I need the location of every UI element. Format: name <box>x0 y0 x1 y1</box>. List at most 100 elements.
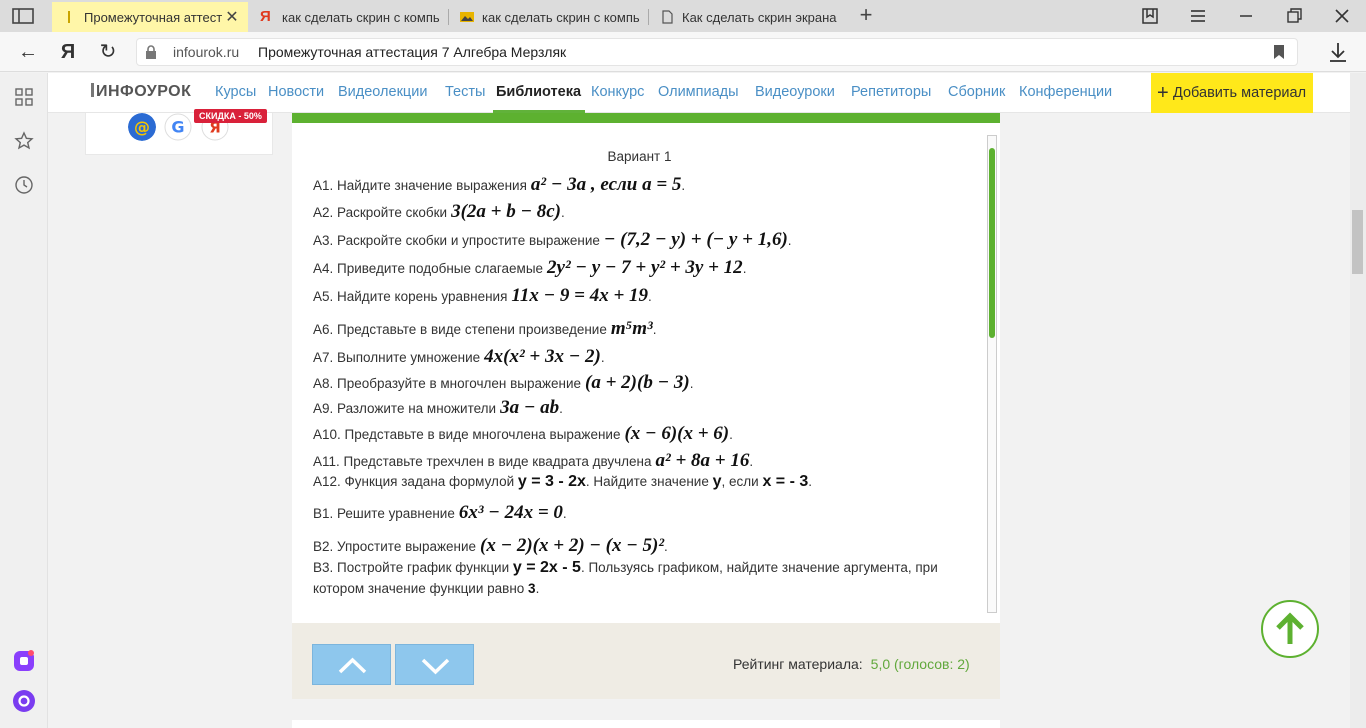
favorites-star-icon[interactable] <box>14 131 34 151</box>
svg-text:@: @ <box>134 118 150 137</box>
mail-at-icon[interactable]: @ <box>128 113 156 141</box>
question-math: 3a − ab <box>500 397 560 418</box>
infourok-logo[interactable]: ИНФОУРОК <box>91 83 191 101</box>
question-text: А6. Представьте в виде степени произведе… <box>313 322 607 337</box>
url-host: infourok.ru <box>173 44 240 60</box>
history-clock-icon[interactable] <box>14 175 34 195</box>
chevron-up-icon <box>338 657 367 674</box>
question-math: 6x³ − 24x = 0 <box>458 502 563 523</box>
tab-title: Промежуточная аттеста <box>84 9 222 25</box>
tab-0[interactable]: Промежуточная аттеста ✕ <box>52 2 248 32</box>
question-math: 3(2a + b − 8c) <box>451 201 562 222</box>
nav-library[interactable]: Библиотека <box>496 84 581 100</box>
nav-tests[interactable]: Тесты <box>445 84 485 100</box>
prev-page-button[interactable] <box>312 644 391 685</box>
new-tab-button[interactable]: + <box>854 4 878 28</box>
question-a5: А5. Найдите корень уравнения 11x − 9 = 4x… <box>313 285 652 307</box>
question-text: А3. Раскройте скобки и упростите выражен… <box>313 233 600 248</box>
question-a7: А7. Выполните умножение 4x(x² + 3x − 2). <box>313 346 605 368</box>
close-window-icon[interactable] <box>1328 4 1356 28</box>
add-material-label: Добавить материал <box>1173 85 1307 101</box>
question-a1: А1. Найдите значение выражения a² − 3a , … <box>313 174 685 196</box>
lock-icon[interactable] <box>145 45 157 59</box>
image-favicon-icon <box>460 12 474 22</box>
nav-conferences[interactable]: Конференции <box>1019 84 1112 100</box>
nav-videolectures[interactable]: Видеолекции <box>338 84 427 100</box>
question-text: А11. Представьте трехчлен в виде квадрат… <box>313 454 652 469</box>
question-text: А2. Раскройте скобки <box>313 205 448 220</box>
tab-title: как сделать скрин с компь <box>282 9 440 25</box>
url-field[interactable]: infourok.ru Промежуточная аттестация 7 А… <box>136 38 1298 66</box>
question-b2: В2. Упростите выражение (x − 2)(x + 2) − … <box>313 535 668 557</box>
document-viewer: Вариант 1 А1. Найдите значение выражения… <box>292 113 1000 699</box>
yandex-favicon-icon: Я <box>260 8 271 25</box>
tab-1[interactable]: Я как сделать скрин с компь <box>250 2 446 32</box>
bookmarks-panel-icon[interactable] <box>1136 4 1164 28</box>
question-b3: В3. Постройте график функции у = 2х - 5.… <box>313 557 978 599</box>
question-a3: А3. Раскройте скобки и упростите выражен… <box>313 229 792 251</box>
site-navigation: ИНФОУРОК Курсы Новости Видеолекции Тесты… <box>48 73 1350 113</box>
yandex-logo-icon[interactable]: Я <box>56 40 80 64</box>
question-end: . <box>561 205 565 220</box>
nav-news[interactable]: Новости <box>268 84 324 100</box>
variant-heading: Вариант 1 <box>607 149 672 164</box>
google-icon[interactable]: G <box>164 113 192 141</box>
tabs-list-icon[interactable] <box>12 8 34 24</box>
nav-tutors[interactable]: Репетиторы <box>851 84 931 100</box>
nav-olympiads[interactable]: Олимпиады <box>658 84 739 100</box>
question-math: m⁵m³ <box>610 318 653 339</box>
minimize-icon[interactable] <box>1232 4 1260 28</box>
back-arrow-icon[interactable]: ← <box>16 40 40 64</box>
next-content-block <box>292 720 1000 728</box>
question-math: (x − 2)(x + 2) − (x − 5)² <box>480 535 665 556</box>
question-math: 11x − 9 = 4x + 19 <box>511 285 649 306</box>
question-text: А12. Функция задана формулой <box>313 474 518 489</box>
tab-separator <box>648 9 649 25</box>
scroll-to-top-button[interactable] <box>1261 600 1319 658</box>
variable: у <box>712 473 722 490</box>
svg-text:G: G <box>171 118 184 137</box>
apps-grid-icon[interactable] <box>14 87 34 107</box>
menu-icon[interactable] <box>1184 4 1212 28</box>
question-a11: А11. Представьте трехчлен в виде квадрат… <box>313 450 753 472</box>
tab-strip: Промежуточная аттеста ✕ Я как сделать ск… <box>0 0 1366 32</box>
question-end: . <box>729 427 733 442</box>
tab-3[interactable]: Как сделать скрин экрана <box>650 2 846 32</box>
nav-videolessons[interactable]: Видеоуроки <box>755 84 835 100</box>
question-math: (a + 2)(b − 3) <box>585 372 690 393</box>
question-a10: А10. Представьте в виде многочлена выраж… <box>313 423 733 445</box>
address-bar: ← Я ↻ infourok.ru Промежуточная аттестац… <box>0 32 1366 72</box>
download-icon[interactable] <box>1326 40 1350 64</box>
question-end: . <box>742 261 747 276</box>
question-text: А8. Преобразуйте в многочлен выражение <box>313 376 582 391</box>
discount-badge[interactable]: СКИДКА - 50% <box>194 109 267 123</box>
question-text: В3. Постройте график функции <box>313 560 513 575</box>
question-text: , если <box>721 474 763 489</box>
bookmark-icon[interactable] <box>1273 45 1285 59</box>
page-scrollbar-thumb[interactable] <box>1352 210 1363 274</box>
question-math: a² − 3a , если a = 5 <box>530 174 682 195</box>
login-social-card: @ G Я СКИДКА - 50% <box>85 109 273 155</box>
reload-icon[interactable]: ↻ <box>96 40 120 64</box>
rating-label: Рейтинг материала: <box>733 656 863 672</box>
messenger-app-icon[interactable] <box>12 649 36 673</box>
plus-icon: + <box>1157 82 1169 104</box>
question-end: . <box>535 581 540 596</box>
tab-2[interactable]: как сделать скрин с компь <box>450 2 646 32</box>
condition: х = - 3 <box>762 473 809 490</box>
add-material-button[interactable]: + Добавить материал <box>1151 73 1313 113</box>
page-scrollbar[interactable] <box>1350 73 1366 728</box>
nav-courses[interactable]: Курсы <box>215 84 256 100</box>
nav-contest[interactable]: Конкурс <box>591 84 644 100</box>
question-text: А7. Выполните умножение <box>313 350 481 365</box>
restore-icon[interactable] <box>1280 4 1308 28</box>
viewer-top-bar <box>292 113 1000 123</box>
arrow-up-icon <box>1276 612 1304 644</box>
next-page-button[interactable] <box>395 644 474 685</box>
alice-assistant-icon[interactable] <box>12 689 36 713</box>
document-scrollbar-thumb[interactable] <box>989 148 995 338</box>
question-end: . <box>559 401 563 416</box>
nav-collection[interactable]: Сборник <box>948 84 1005 100</box>
question-a4: А4. Приведите подобные слагаемые 2y² − y … <box>313 257 746 279</box>
close-tab-icon[interactable]: ✕ <box>222 7 242 27</box>
